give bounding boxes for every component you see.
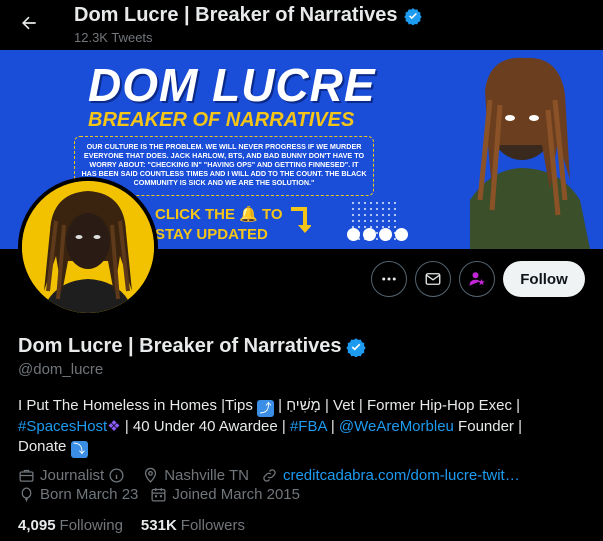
profile-meta-row: Journalist Nashville TN creditcadabra.co… xyxy=(18,467,588,484)
more-button[interactable] xyxy=(371,261,407,297)
banner-person-image xyxy=(430,50,603,249)
arrow-down-icon xyxy=(291,207,311,233)
follow-button[interactable]: Follow xyxy=(503,261,585,297)
profile-name-text: Dom Lucre | Breaker of Narratives xyxy=(18,335,342,357)
bio-text: | מָשִׁיחַ | Vet | Former Hip-Hop Exec | xyxy=(273,397,521,414)
banner-cta-line2: STAY UPDATED xyxy=(155,226,268,244)
bio-text: I Put The Homeless in Homes |Tips xyxy=(18,397,257,414)
bio-text: | xyxy=(326,418,339,435)
following-link[interactable]: 4,095 Following xyxy=(18,517,123,534)
tweet-count: 12.3K Tweets xyxy=(74,30,153,45)
back-arrow-icon xyxy=(22,16,36,30)
banner-subtitle: BREAKER OF NARRATIVES xyxy=(88,110,354,130)
banner-title: DOM LUCRE xyxy=(88,59,376,111)
bio-text: Donate xyxy=(18,438,71,455)
birthday: Born March 23 xyxy=(18,486,138,503)
join-date-label: Joined March 2015 xyxy=(172,486,300,503)
hashtag-spaceshost[interactable]: #SpacesHost xyxy=(18,418,107,435)
bio-line-2: #SpacesHost❖ | 40 Under 40 Awardee | #FB… xyxy=(18,417,588,437)
bio-line-1: I Put The Homeless in Homes |Tips ⤴ | מָ… xyxy=(18,396,588,417)
subscribe-button[interactable] xyxy=(459,261,495,297)
avatar-image xyxy=(22,181,154,313)
message-button[interactable] xyxy=(415,261,451,297)
website: creditcadabra.com/dom-lucre-twit… xyxy=(261,467,520,484)
following-label: Following xyxy=(59,517,123,534)
social-icons xyxy=(347,228,408,241)
header-title-text: Dom Lucre | Breaker of Narratives xyxy=(74,4,398,26)
instagram-icon xyxy=(395,228,408,241)
briefcase-icon xyxy=(19,469,34,482)
down-arrow-emoji: ⤵ xyxy=(70,441,88,458)
facebook-icon xyxy=(347,228,360,241)
location-pin-icon xyxy=(145,467,157,483)
banner-subtitle-b: OF NARRATIVES xyxy=(186,109,355,131)
bio-line-3: Donate ⤵ xyxy=(18,437,588,458)
website-link[interactable]: creditcadabra.com/dom-lucre-twit… xyxy=(283,467,520,484)
avatar[interactable] xyxy=(18,177,158,317)
tiktok-icon xyxy=(379,228,392,241)
join-date: Joined March 2015 xyxy=(150,486,300,503)
banner-cta: CLICK THE 🔔 TO STAY UPDATED xyxy=(155,205,311,246)
hashtag-fba[interactable]: #FBA xyxy=(290,418,327,435)
verified-badge-icon[interactable] xyxy=(345,337,366,357)
subscribe-person-icon xyxy=(469,272,485,286)
category-label: Journalist xyxy=(40,467,105,484)
category: Journalist xyxy=(18,467,130,484)
banner-subtitle-a: BREAKER xyxy=(88,109,187,131)
followers-link[interactable]: 531K Followers xyxy=(141,517,245,534)
link-icon xyxy=(263,469,276,482)
header-title: Dom Lucre | Breaker of Narratives xyxy=(74,4,422,27)
profile-meta-row: Born March 23 Joined March 2015 xyxy=(18,486,588,503)
back-button[interactable] xyxy=(14,8,44,38)
banner-cta-line1: CLICK THE 🔔 TO xyxy=(155,206,283,223)
birthday-label: Born March 23 xyxy=(40,486,139,503)
twitter-icon xyxy=(363,228,376,241)
location: Nashville TN xyxy=(142,467,249,484)
info-icon[interactable] xyxy=(108,467,125,484)
profile-name: Dom Lucre | Breaker of Narratives xyxy=(18,335,366,358)
bio-text: | 40 Under 40 Awardee | xyxy=(120,418,290,435)
follow-counts: 4,095 Following 531K Followers xyxy=(18,517,245,534)
bio-text: Founder | xyxy=(453,418,522,435)
followers-label: Followers xyxy=(180,517,245,534)
mention-wearemorbleu[interactable]: @WeAreMorbleu xyxy=(339,418,454,435)
following-count: 4,095 xyxy=(18,517,56,534)
up-arrow-emoji: ⤴ xyxy=(256,400,274,417)
location-label: Nashville TN xyxy=(164,467,249,484)
top-bar: Dom Lucre | Breaker of Narratives 12.3K … xyxy=(0,0,603,50)
mail-icon xyxy=(425,273,441,285)
balloon-icon xyxy=(21,487,32,502)
profile-handle: @dom_lucre xyxy=(18,361,104,378)
followers-count: 531K xyxy=(140,517,177,534)
profile-bio: I Put The Homeless in Homes |Tips ⤴ | מָ… xyxy=(18,396,588,458)
verified-badge-icon xyxy=(403,7,422,25)
sparkle-emoji: ❖ xyxy=(107,418,121,435)
more-icon xyxy=(382,277,396,281)
calendar-icon xyxy=(151,488,166,502)
